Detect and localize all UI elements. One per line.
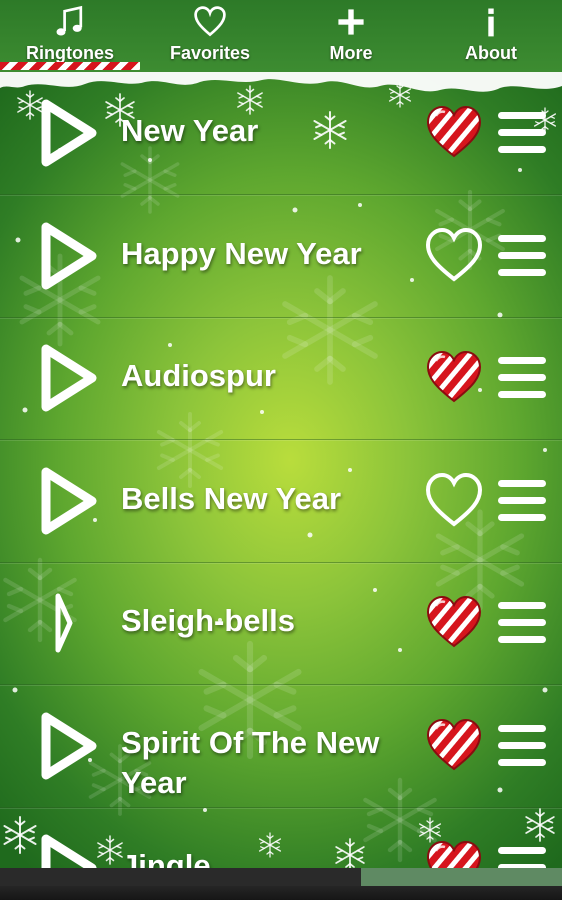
ringtone-row[interactable]: Bells New Year xyxy=(0,440,562,563)
ringtone-title: Sleigh-bells xyxy=(121,603,295,638)
play-icon[interactable] xyxy=(36,588,100,658)
tab-about[interactable]: About xyxy=(421,0,561,70)
menu-icon[interactable] xyxy=(496,478,548,524)
favorite-outline-heart-icon[interactable] xyxy=(424,227,484,283)
menu-icon[interactable] xyxy=(496,355,548,401)
menu-icon[interactable] xyxy=(496,233,548,279)
ringtone-row[interactable]: Spirit Of The New Year xyxy=(0,685,562,808)
ringtone-title: Audiospur xyxy=(121,358,276,393)
ringtone-title: Spirit Of The New Year xyxy=(121,724,380,800)
ringtone-title: Happy New Year xyxy=(121,235,362,271)
ringtone-title: Jingle xyxy=(121,848,211,868)
favorite-filled-heart-icon[interactable] xyxy=(424,349,484,405)
plus-icon xyxy=(338,9,364,35)
heart-outline-icon xyxy=(194,6,226,37)
favorite-filled-heart-icon[interactable] xyxy=(424,717,484,773)
tab-ringtones[interactable]: Ringtones xyxy=(0,0,140,70)
tab-label: Ringtones xyxy=(26,43,114,63)
tab-label: More xyxy=(329,43,373,63)
ringtone-row[interactable]: Happy New Year xyxy=(0,195,562,318)
favorite-filled-heart-icon[interactable] xyxy=(424,104,484,160)
play-icon[interactable] xyxy=(36,466,100,536)
menu-icon[interactable] xyxy=(496,600,548,646)
music-note-icon xyxy=(56,5,83,36)
info-icon xyxy=(488,8,494,37)
top-tab-bar: Ringtones Favorites More About xyxy=(0,0,562,72)
tab-more[interactable]: More xyxy=(281,0,421,70)
ringtone-row[interactable]: Audiospur xyxy=(0,317,562,440)
play-icon[interactable] xyxy=(36,343,100,413)
ringtone-row[interactable]: Jingle xyxy=(0,807,562,868)
play-icon[interactable] xyxy=(36,833,100,868)
ringtone-row[interactable]: New Year xyxy=(0,72,562,195)
ringtone-title: Bells New Year xyxy=(121,480,342,516)
menu-icon[interactable] xyxy=(496,845,548,868)
menu-icon[interactable] xyxy=(496,110,548,156)
tab-favorites[interactable]: Favorites xyxy=(140,0,280,70)
favorite-filled-heart-icon[interactable] xyxy=(424,594,484,650)
menu-icon[interactable] xyxy=(496,723,548,769)
selected-tab-indicator xyxy=(0,62,140,70)
ringtone-row[interactable]: Sleigh-bells xyxy=(0,562,562,685)
favorite-filled-heart-icon[interactable] xyxy=(424,839,484,868)
seek-bar[interactable] xyxy=(0,868,562,886)
ringtone-title: New Year xyxy=(121,113,259,148)
play-icon[interactable] xyxy=(36,711,100,781)
tab-label: About xyxy=(465,43,517,63)
player-bar xyxy=(0,868,562,900)
play-icon[interactable] xyxy=(36,221,100,291)
tab-label: Favorites xyxy=(169,43,251,63)
favorite-outline-heart-icon[interactable] xyxy=(424,472,484,528)
ringtone-list[interactable]: New Year Happy New Year Audiospur Bells … xyxy=(0,72,562,868)
seek-progress xyxy=(361,868,562,886)
play-icon[interactable] xyxy=(36,98,100,168)
